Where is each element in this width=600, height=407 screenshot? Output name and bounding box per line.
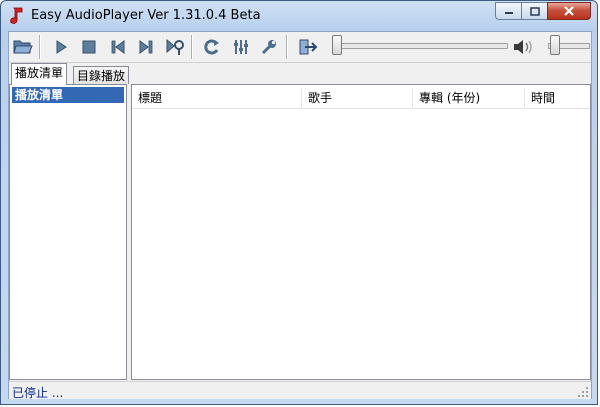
track-list: 標題 歌手 專輯 (年份) 時間 bbox=[131, 84, 591, 380]
toolbar bbox=[9, 32, 591, 63]
list-item[interactable]: 播放清單 bbox=[12, 87, 124, 103]
tab-bar: 播放清單 目錄播放 bbox=[9, 63, 209, 85]
status-text: 已停止 ... bbox=[12, 386, 64, 400]
volume-button[interactable] bbox=[512, 36, 534, 58]
resize-grip-icon[interactable] bbox=[577, 386, 589, 398]
previous-button[interactable] bbox=[107, 36, 129, 58]
refresh-button[interactable] bbox=[201, 36, 223, 58]
column-album-year[interactable]: 專輯 (年份) bbox=[413, 88, 525, 108]
exit-icon bbox=[299, 39, 318, 55]
settings-button[interactable] bbox=[258, 36, 280, 58]
table-header: 標題 歌手 專輯 (年份) 時間 bbox=[132, 88, 590, 109]
window-title: Easy AudioPlayer Ver 1.31.0.4 Beta bbox=[31, 8, 261, 23]
speaker-icon bbox=[514, 40, 532, 54]
wrench-icon bbox=[261, 40, 276, 55]
caption-buttons bbox=[495, 2, 591, 21]
open-folder-button[interactable] bbox=[12, 36, 34, 58]
close-icon bbox=[564, 6, 574, 16]
minimize-icon bbox=[504, 12, 513, 14]
exit-button[interactable] bbox=[297, 36, 319, 58]
playlist-panel: 播放清單 bbox=[9, 84, 127, 380]
play-button[interactable] bbox=[50, 36, 72, 58]
tab-playlist[interactable]: 播放清單 bbox=[11, 63, 68, 85]
position-slider-track[interactable] bbox=[341, 43, 508, 49]
next-icon bbox=[139, 40, 153, 54]
title-bar[interactable]: Easy AudioPlayer Ver 1.31.0.4 Beta bbox=[1, 1, 597, 31]
stop-button[interactable] bbox=[78, 36, 100, 58]
toolbar-separator bbox=[39, 35, 41, 59]
maximize-icon bbox=[529, 6, 540, 16]
play-options-button[interactable] bbox=[164, 36, 186, 58]
column-artist[interactable]: 歌手 bbox=[302, 88, 413, 108]
maximize-button[interactable] bbox=[521, 2, 547, 20]
refresh-icon bbox=[204, 39, 219, 55]
next-button[interactable] bbox=[135, 36, 157, 58]
volume-slider-thumb[interactable] bbox=[550, 35, 560, 55]
folder-open-icon bbox=[13, 40, 33, 54]
play-icon bbox=[56, 40, 67, 54]
tab-folder-play[interactable]: 目錄播放 bbox=[73, 66, 130, 85]
position-slider-thumb[interactable] bbox=[332, 35, 342, 55]
toolbar-separator bbox=[286, 35, 288, 59]
music-note-icon bbox=[10, 7, 23, 24]
status-bar: 已停止 ... bbox=[9, 381, 591, 400]
minimize-button[interactable] bbox=[495, 2, 521, 20]
column-duration[interactable]: 時間 bbox=[525, 88, 588, 108]
close-button[interactable] bbox=[547, 2, 591, 20]
toolbar-separator bbox=[191, 35, 193, 59]
previous-icon bbox=[111, 40, 125, 54]
app-window: Easy AudioPlayer Ver 1.31.0.4 Beta 播放清單 … bbox=[0, 0, 598, 405]
play-options-icon bbox=[166, 38, 184, 55]
equalizer-button[interactable] bbox=[230, 36, 252, 58]
stop-icon bbox=[82, 40, 96, 54]
column-title[interactable]: 標題 bbox=[132, 88, 302, 108]
equalizer-icon bbox=[234, 40, 248, 54]
client-area: 播放清單 目錄播放 播放清單 標題 歌手 專輯 (年份) 時間 已停止 ... bbox=[8, 31, 592, 400]
